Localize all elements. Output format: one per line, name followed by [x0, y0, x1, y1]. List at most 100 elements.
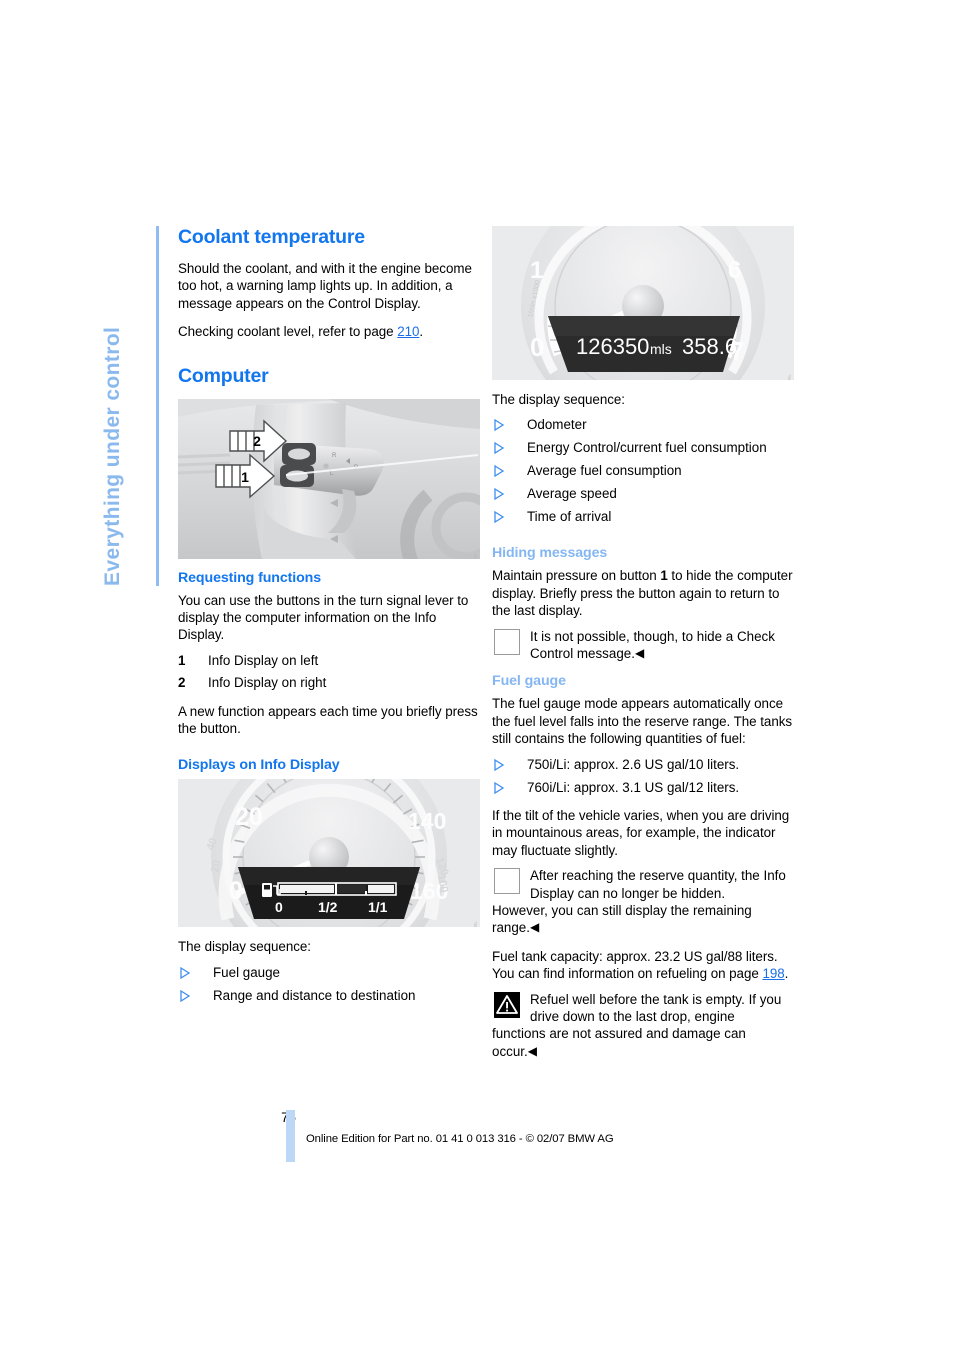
- note-end-mark: ◀: [529, 920, 540, 935]
- list-item: Energy Control/current fuel consumption: [492, 439, 794, 456]
- odometer-reading: 126350: [576, 334, 649, 359]
- svg-text:R: R: [332, 453, 337, 459]
- warning-rest-text: functions are not assured and damage can…: [492, 1026, 746, 1059]
- hiding-messages-paragraph: Maintain pressure on button 1 to hide th…: [492, 567, 794, 619]
- warning-triangle-icon: [494, 991, 522, 1020]
- turn-signal-lever-illustration: R L P 2: [178, 398, 480, 559]
- hiding-button-number: 1: [660, 568, 668, 584]
- bullet-triangle-icon: [494, 511, 505, 524]
- fuel-quantity-label: 750i/Li: approx. 2.6 US gal/10 liters.: [527, 756, 740, 772]
- note-lead-text: After reaching the reserve quantity, the…: [530, 868, 786, 901]
- list-item: 760i/Li: approx. 3.1 US gal/12 liters.: [492, 779, 794, 796]
- capacity-text-post: .: [784, 966, 789, 982]
- bullet-triangle-icon: [494, 419, 505, 432]
- footer-credit: Online Edition for Part no. 01 41 0 013 …: [306, 1133, 614, 1145]
- bullet-triangle-icon: [494, 465, 505, 478]
- right-display-sequence-list: Odometer Energy Control/current fuel con…: [492, 416, 794, 525]
- figure-id-code: KVD7RSA4SDARL: [473, 921, 478, 927]
- bullet-triangle-icon: [494, 781, 505, 794]
- note-rest-text: However, you can still display the remai…: [492, 903, 752, 936]
- fuel-quantity-label: 760i/Li: approx. 3.1 US gal/12 liters.: [527, 779, 740, 795]
- sequence-item-label: Average speed: [527, 486, 617, 502]
- page-link-210[interactable]: 210: [397, 324, 419, 339]
- legend-number: 1: [178, 652, 186, 668]
- hiding-text-part1: Maintain pressure on button: [492, 568, 661, 584]
- trip-reading: 358.6: [682, 334, 737, 359]
- warning-end-mark: ◀: [527, 1043, 537, 1058]
- list-item: Average fuel consumption: [492, 462, 794, 479]
- warning-lead-text: Refuel well before the tank is empty. If…: [530, 991, 782, 1025]
- section-heading-coolant-temperature: Coolant temperature: [178, 226, 365, 248]
- tacho-label-6: 6: [728, 257, 741, 284]
- speedo-label-140: 140: [408, 808, 446, 834]
- figure-id-code: KVD7RSA4SDARL: [473, 553, 478, 559]
- footer-accent-bar: [286, 1110, 295, 1162]
- sequence-item-label: Odometer: [527, 417, 587, 433]
- svg-text:20: 20: [209, 860, 223, 874]
- coolant-paragraph-1: Should the coolant, and with it the engi…: [178, 261, 472, 311]
- list-item: Time of arrival: [492, 508, 794, 525]
- sequence-item-label: Energy Control/current fuel consumption: [527, 440, 767, 456]
- fuel-reserve-quantities-list: 750i/Li: approx. 2.6 US gal/10 liters. 7…: [492, 756, 794, 796]
- svg-text:1: 1: [241, 469, 249, 485]
- section-heading-computer: Computer: [178, 364, 269, 387]
- fuel-scale-full: 1/1: [368, 899, 388, 915]
- bullet-triangle-icon: [180, 966, 191, 979]
- figure-speedometer: 20 0 140 160 40 20 120 100: [178, 779, 480, 928]
- left-sequence-intro: The display sequence:: [178, 939, 311, 955]
- fuel-scale-half: 1/2: [318, 899, 338, 915]
- bullet-triangle-icon: [494, 488, 505, 501]
- note-block-hiding: It is not possible, though, to hide a Ch…: [492, 628, 794, 663]
- subheading-fuel-gauge: Fuel gauge: [492, 673, 566, 690]
- fuel-gauge-paragraph-2: If the tilt of the vehicle varies, when …: [492, 808, 790, 858]
- list-item: Fuel gauge: [178, 964, 480, 981]
- list-item: 750i/Li: approx. 2.6 US gal/10 liters.: [492, 756, 794, 773]
- legend-number: 2: [178, 675, 186, 691]
- list-item: Average speed: [492, 485, 794, 502]
- manual-page: Everything under control Coolant tempera…: [0, 0, 954, 1351]
- fuel-gauge-paragraph-1: The fuel gauge mode appears automaticall…: [492, 696, 793, 747]
- subheading-requesting-functions: Requesting functions: [178, 569, 322, 586]
- chapter-tab: Everything under control: [101, 226, 159, 586]
- list-item: Odometer: [492, 416, 794, 433]
- tachometer-illustration: 1 0 6 7 1/min x1000 126350 mls 358.6: [492, 226, 794, 380]
- subheading-displays-on-info-display: Displays on Info Display: [178, 757, 340, 774]
- left-column: Coolant temperature Should the coolant, …: [178, 226, 480, 1015]
- odometer-unit: mls: [650, 341, 672, 357]
- speedo-label-20: 20: [235, 803, 263, 831]
- figure-id-code: KVD7RSA4SDARL: [787, 374, 792, 380]
- chapter-tab-label: Everything under control: [101, 326, 124, 586]
- note-end-mark: ◀: [634, 646, 645, 661]
- page-footer: 76 Online Edition for Part no. 01 41 0 0…: [178, 1110, 818, 1174]
- tacho-label-1: 1: [530, 257, 543, 284]
- coolant-ref-post: .: [419, 324, 424, 340]
- note-block-reserve: After reaching the reserve quantity, the…: [492, 867, 794, 937]
- svg-text:2: 2: [253, 433, 261, 449]
- sequence-item-label: Average fuel consumption: [527, 463, 682, 479]
- tacho-label-0: 0: [530, 332, 544, 362]
- list-item: 1 Info Display on left: [178, 652, 480, 669]
- right-column: 1 0 6 7 1/min x1000 126350 mls 358.6 The…: [492, 226, 794, 1071]
- figure-turn-signal-lever: R L P 2: [178, 398, 480, 559]
- bullet-triangle-icon: [180, 989, 191, 1002]
- fuel-tank-capacity-paragraph: Fuel tank capacity: approx. 23.2 US gal/…: [492, 948, 794, 983]
- note-text: It is not possible, though, to hide a Ch…: [530, 628, 775, 662]
- right-sequence-intro: The display sequence:: [492, 392, 625, 407]
- list-item: Range and distance to destination: [178, 987, 480, 1004]
- chapter-tab-rail: [156, 226, 159, 586]
- note-triangle-icon: [494, 868, 522, 896]
- coolant-ref-pre: Checking coolant level, refer to page: [178, 324, 398, 340]
- figure-tachometer: 1 0 6 7 1/min x1000 126350 mls 358.6: [492, 226, 794, 380]
- page-link-198[interactable]: 198: [762, 966, 784, 981]
- coolant-paragraph-2: Checking coolant level, refer to page 21…: [178, 323, 480, 340]
- left-display-sequence-list: Fuel gauge Range and distance to destina…: [178, 964, 480, 1004]
- speedometer-illustration: 20 0 140 160 40 20 120 100: [178, 779, 480, 928]
- bullet-triangle-icon: [494, 442, 505, 455]
- subheading-hiding-messages: Hiding messages: [492, 545, 608, 562]
- legend-label: Info Display on right: [208, 675, 327, 691]
- turn-signal-button-legend: 1 Info Display on left 2 Info Display on…: [178, 652, 480, 692]
- legend-label: Info Display on left: [208, 652, 319, 668]
- capacity-text-pre: Fuel tank capacity: approx. 23.2 US gal/…: [492, 948, 778, 982]
- sequence-item-label: Time of arrival: [527, 509, 612, 525]
- sequence-item-label: Range and distance to destination: [213, 987, 416, 1003]
